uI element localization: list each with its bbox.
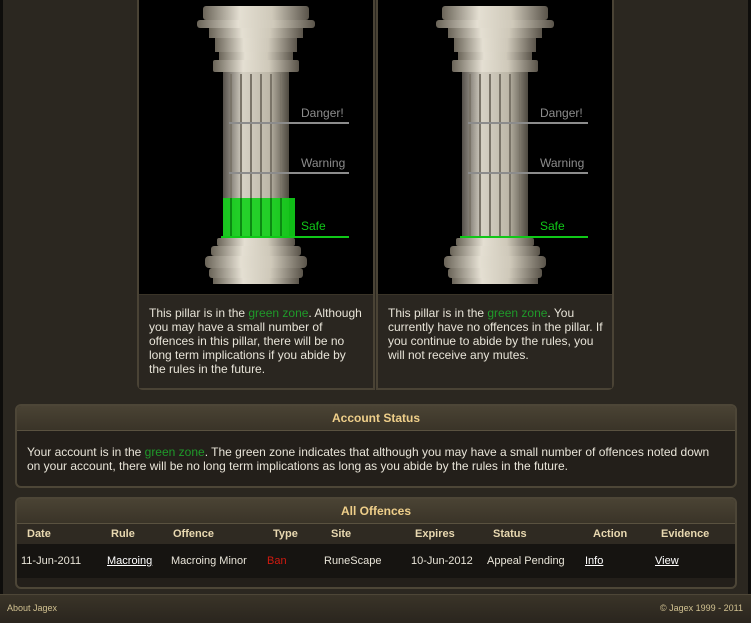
green-zone-text: green zone: [144, 445, 205, 459]
cell-type: Ban: [265, 544, 317, 578]
pillar-2-svg: [436, 6, 554, 284]
warning-line: [229, 172, 349, 174]
copyright-text: © Jagex 1999 - 2011: [659, 603, 743, 613]
account-status-text: Your account is in the green zone. The g…: [17, 431, 735, 473]
pillar-panel-1: Danger! Warning Safe This pillar is in t…: [137, 0, 375, 390]
account-status-box: Account Status Your account is in the gr…: [15, 404, 737, 488]
col-action: Action: [585, 524, 653, 544]
pillar-1-fill: [223, 198, 295, 238]
warning-label: Warning: [540, 156, 585, 170]
info-link[interactable]: Info: [585, 555, 603, 567]
safe-label: Safe: [540, 219, 565, 233]
col-offence: Offence: [165, 524, 265, 544]
warning-line: [468, 172, 588, 174]
warning-label: Warning: [301, 156, 346, 170]
status-prefix: Your account is in the: [27, 445, 145, 459]
cell-status: Appeal Pending: [485, 544, 585, 578]
pillar-2-description: This pillar is in the green zone. You cu…: [378, 294, 612, 388]
left-rail: [0, 0, 3, 594]
col-date: Date: [17, 524, 101, 544]
view-evidence-link[interactable]: View: [655, 555, 679, 567]
table-header-row: Date Rule Offence Type Site Expires Stat…: [17, 524, 735, 544]
green-zone-text: green zone: [487, 306, 548, 320]
safe-label: Safe: [301, 219, 326, 233]
pillar-panel-2: Danger! Warning Safe This pillar is in t…: [376, 0, 614, 390]
col-type: Type: [265, 524, 317, 544]
col-expires: Expires: [401, 524, 485, 544]
danger-line: [229, 122, 349, 124]
danger-label: Danger!: [540, 106, 583, 120]
col-evidence: Evidence: [653, 524, 735, 544]
cell-offence: Macroing Minor: [165, 544, 265, 578]
pillar-1-description: This pillar is in the green zone. Althou…: [139, 294, 373, 388]
danger-label: Danger!: [301, 106, 344, 120]
table-row: 11-Jun-2011 Macroing Macroing Minor Ban …: [17, 544, 735, 578]
pillar-1-svg: [197, 6, 315, 284]
cell-site: RuneScape: [317, 544, 401, 578]
pillar-graphic-1: Danger! Warning Safe: [139, 0, 373, 294]
col-status: Status: [485, 524, 585, 544]
footer: About Jagex © Jagex 1999 - 2011: [0, 594, 751, 623]
safe-line: [460, 236, 588, 238]
account-status-title: Account Status: [17, 406, 735, 431]
page-frame: Danger! Warning Safe This pillar is in t…: [0, 0, 751, 594]
rule-link[interactable]: Macroing: [107, 555, 152, 567]
offences-title: All Offences: [17, 499, 735, 524]
col-rule: Rule: [101, 524, 165, 544]
offences-table: Date Rule Offence Type Site Expires Stat…: [17, 524, 735, 578]
pillar-graphic-2: Danger! Warning Safe: [378, 0, 612, 294]
offences-box: All Offences Date Rule Offence Type Site…: [15, 497, 737, 589]
danger-line: [468, 122, 588, 124]
col-site: Site: [317, 524, 401, 544]
desc-prefix: This pillar is in the: [388, 306, 488, 320]
desc-prefix: This pillar is in the: [149, 306, 249, 320]
safe-line: [221, 236, 349, 238]
cell-date: 11-Jun-2011: [17, 544, 101, 578]
about-jagex-link[interactable]: About Jagex: [7, 603, 57, 613]
cell-expires: 10-Jun-2012: [401, 544, 485, 578]
green-zone-text: green zone: [248, 306, 309, 320]
